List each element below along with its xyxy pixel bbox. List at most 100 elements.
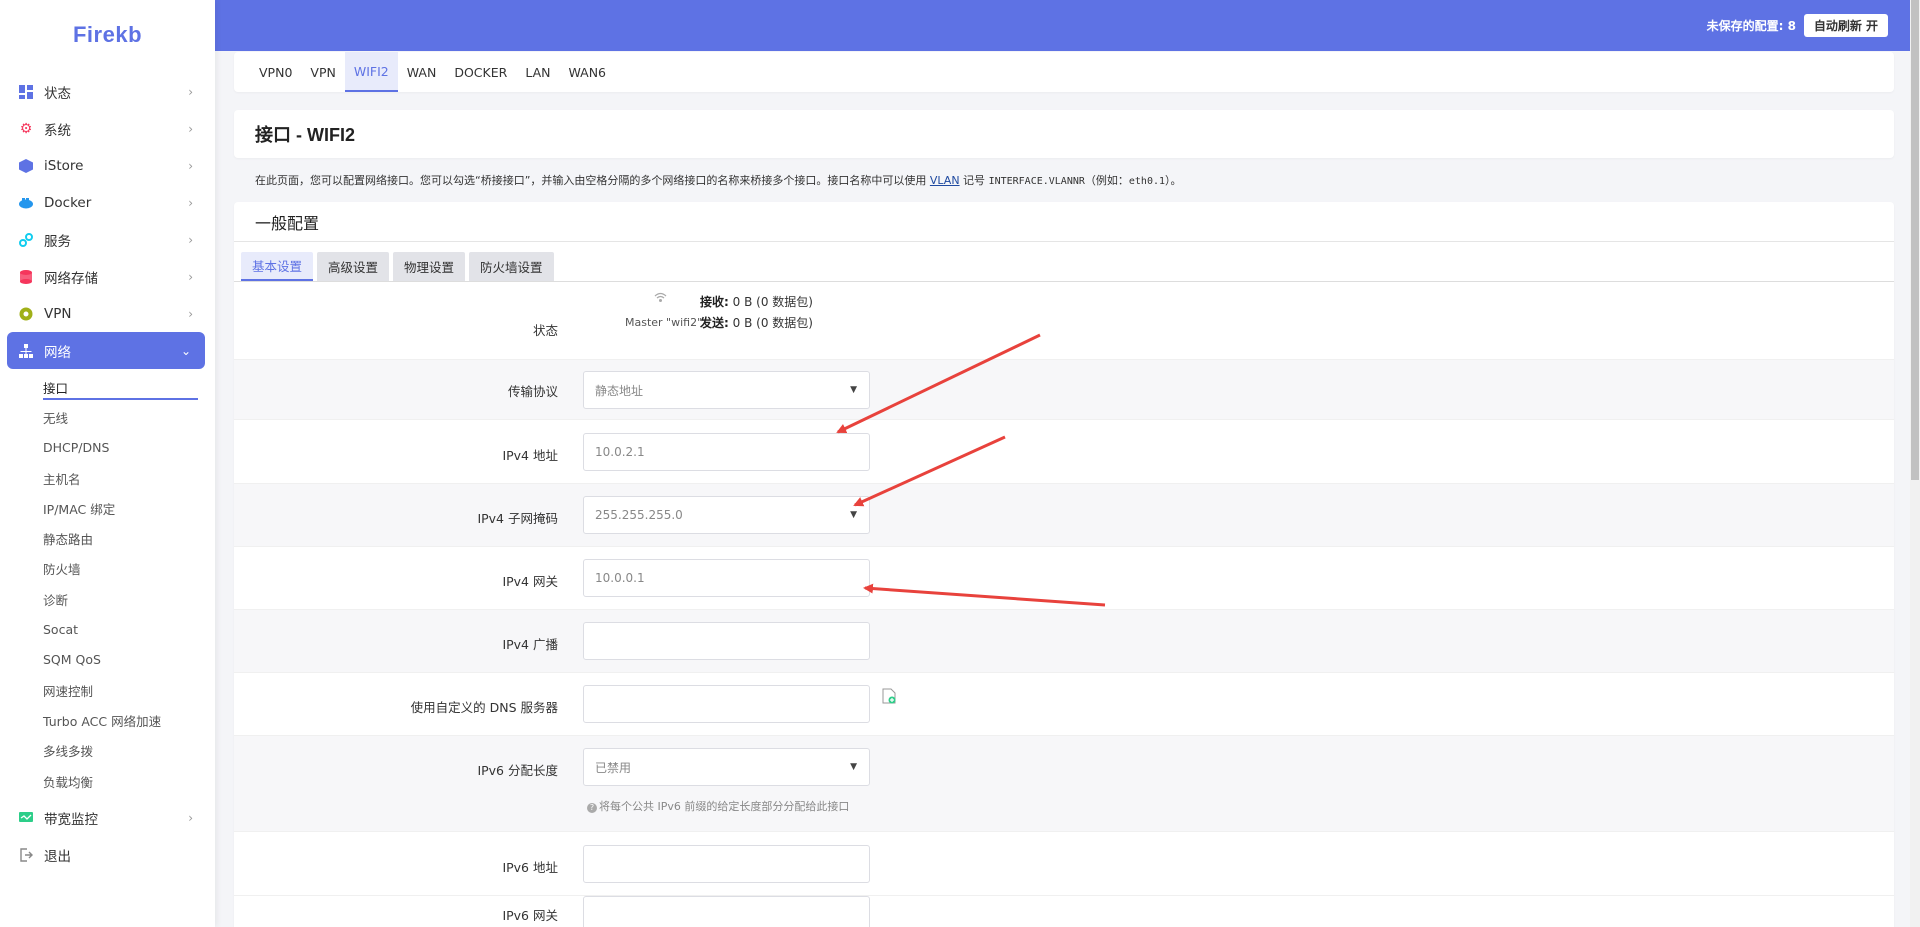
top-bar: 未保存的配置: 8 自动刷新 开 xyxy=(215,0,1920,51)
input-value: 10.0.0.1 xyxy=(595,571,645,585)
field-label: 状态 xyxy=(532,323,558,338)
field-label: IPv4 广播 xyxy=(502,637,558,652)
sidebar-item-docker[interactable]: Docker › xyxy=(0,184,215,221)
submenu-item-sqm-qos[interactable]: SQM QoS xyxy=(0,645,215,675)
submenu-item-ip-mac-binding[interactable]: IP/MAC 绑定 xyxy=(0,493,215,523)
wifi-status-icon xyxy=(654,292,667,306)
main-content: VPN0 VPN WIFI2 WAN DOCKER LAN WAN6 接口 - … xyxy=(234,52,1894,927)
chevron-right-icon: › xyxy=(188,158,193,173)
submenu-item-firewall[interactable]: 防火墙 xyxy=(0,554,215,584)
gear-icon: ⚙ xyxy=(19,120,33,137)
services-icon xyxy=(18,232,34,248)
submenu-item-load-balance[interactable]: 负载均衡 xyxy=(0,766,215,796)
subtab-physical[interactable]: 物理设置 xyxy=(393,252,466,281)
ipv4-address-input[interactable]: 10.0.2.1 xyxy=(583,433,870,471)
sidebar-item-status[interactable]: 状态 › xyxy=(0,73,215,110)
submenu-item-socat[interactable]: Socat xyxy=(0,614,215,644)
database-icon xyxy=(18,269,34,285)
subtab-advanced[interactable]: 高级设置 xyxy=(317,252,390,281)
sidebar-item-label: 网络存储 xyxy=(44,270,98,287)
submenu-item-hostnames[interactable]: 主机名 xyxy=(0,463,215,493)
form-row-ipv6-gateway: IPv6 网关 xyxy=(234,896,1894,927)
field-label: 使用自定义的 DNS 服务器 xyxy=(410,700,558,715)
sidebar-item-label: 服务 xyxy=(44,233,71,250)
protocol-select[interactable]: 静态地址 ▼ xyxy=(583,371,870,409)
submenu-item-multi-wan[interactable]: 多线多拨 xyxy=(0,736,215,766)
docker-icon xyxy=(18,195,34,211)
description-text: 记号 xyxy=(959,174,989,187)
sidebar-item-logout[interactable]: 退出 xyxy=(0,836,215,873)
chevron-right-icon: › xyxy=(188,121,193,136)
sidebar-item-label: 网络 xyxy=(44,344,71,361)
sidebar-item-label: iStore xyxy=(44,157,84,174)
submenu-item-turbo-acc[interactable]: Turbo ACC 网络加速 xyxy=(0,705,215,735)
tab-wan6[interactable]: WAN6 xyxy=(559,52,615,92)
logo: Firekb xyxy=(72,22,143,47)
submenu-item-diagnostics[interactable]: 诊断 xyxy=(0,584,215,614)
chevron-down-icon: ⌄ xyxy=(180,343,191,358)
page-description: 在此页面，您可以配置网络接口。您可以勾选“桥接接口”，并输入由空格分隔的多个网络… xyxy=(234,172,1894,188)
tab-vpn[interactable]: VPN xyxy=(301,52,344,92)
field-label: IPv6 地址 xyxy=(502,860,558,875)
submenu-item-wireless[interactable]: 无线 xyxy=(0,402,215,432)
dns-server-input[interactable] xyxy=(583,685,870,723)
sidebar-item-storage[interactable]: 网络存储 › xyxy=(0,258,215,295)
sidebar-item-system[interactable]: ⚙ 系统 › xyxy=(0,110,215,147)
sidebar-item-services[interactable]: 服务 › xyxy=(0,221,215,258)
tab-vpn0[interactable]: VPN0 xyxy=(250,52,301,92)
network-icon xyxy=(18,343,34,359)
submenu-item-speed-control[interactable]: 网速控制 xyxy=(0,675,215,705)
description-text: 在此页面，您可以配置网络接口。您可以勾选“桥接接口”，并输入由空格分隔的多个网络… xyxy=(255,174,930,187)
form-row-dns: 使用自定义的 DNS 服务器 xyxy=(234,673,1894,736)
network-submenu: 接口 无线 DHCP/DNS 主机名 IP/MAC 绑定 静态路由 防火墙 诊断… xyxy=(0,369,215,799)
form-row-ipv6-address: IPv6 地址 xyxy=(234,832,1894,896)
unsaved-changes-link[interactable]: 未保存的配置: 8 xyxy=(1707,17,1796,34)
chevron-right-icon: › xyxy=(188,306,193,321)
sidebar-item-label: Docker xyxy=(44,194,92,211)
form-row-status: 状态 Master "wifi2" 接收: 0 B (0 数据包) 发送: 0 … xyxy=(234,282,1894,360)
field-label: IPv4 地址 xyxy=(502,448,558,463)
ipv6-address-input[interactable] xyxy=(583,845,870,883)
page-scrollbar[interactable] xyxy=(1910,0,1920,927)
config-subtabs: 基本设置 高级设置 物理设置 防火墙设置 xyxy=(234,242,1894,282)
sidebar: Firekb 状态 › ⚙ 系统 › iStore › Docker › 服务 … xyxy=(0,0,215,927)
tx-value: 0 B (0 数据包) xyxy=(732,316,813,330)
auto-refresh-button[interactable]: 自动刷新 开 xyxy=(1803,14,1888,37)
ipv4-gateway-input[interactable]: 10.0.0.1 xyxy=(583,559,870,597)
scrollbar-thumb[interactable] xyxy=(1911,0,1919,480)
sidebar-item-label: 状态 xyxy=(44,85,71,102)
tab-lan[interactable]: LAN xyxy=(516,52,559,92)
select-value: 255.255.255.0 xyxy=(595,508,683,522)
ipv4-netmask-select[interactable]: 255.255.255.0 ▼ xyxy=(583,496,870,534)
ipv6-assign-hint: ? 将每个公共 IPv6 前缀的给定长度部分分配给此接口 xyxy=(587,798,849,814)
page-title-card: 接口 - WIFI2 xyxy=(234,110,1894,158)
ipv4-broadcast-input[interactable] xyxy=(583,622,870,660)
sidebar-item-vpn[interactable]: VPN › xyxy=(0,295,215,332)
subtab-basic[interactable]: 基本设置 xyxy=(241,252,314,281)
submenu-item-dhcp-dns[interactable]: DHCP/DNS xyxy=(0,433,215,463)
tab-wan[interactable]: WAN xyxy=(398,52,446,92)
rx-value: 0 B (0 数据包) xyxy=(732,295,813,309)
vlan-link[interactable]: VLAN xyxy=(930,174,960,187)
field-label: IPv6 分配长度 xyxy=(477,763,558,778)
add-dns-icon[interactable] xyxy=(882,688,896,704)
ipv6-gateway-input[interactable] xyxy=(583,896,870,927)
form-row-ipv4-broadcast: IPv4 广播 xyxy=(234,610,1894,673)
dashboard-icon xyxy=(18,84,34,100)
sidebar-item-label: 系统 xyxy=(44,122,71,139)
submenu-item-static-routes[interactable]: 静态路由 xyxy=(0,523,215,553)
subtab-firewall[interactable]: 防火墙设置 xyxy=(469,252,554,281)
status-rx: 接收: 0 B (0 数据包) xyxy=(700,293,813,310)
status-tx: 发送: 0 B (0 数据包) xyxy=(700,314,813,331)
sidebar-item-bandwidth[interactable]: 带宽监控 › xyxy=(0,799,215,836)
form-row-protocol: 传输协议 静态地址 ▼ xyxy=(234,360,1894,420)
tab-docker[interactable]: DOCKER xyxy=(445,52,516,92)
sidebar-item-istore[interactable]: iStore › xyxy=(0,147,215,184)
ipv6-assign-select[interactable]: 已禁用 ▼ xyxy=(583,748,870,786)
status-device: Master "wifi2" xyxy=(625,316,703,329)
sidebar-item-network[interactable]: 网络 ⌄ xyxy=(7,332,205,369)
monitor-icon xyxy=(18,810,34,826)
submenu-item-interfaces[interactable]: 接口 xyxy=(0,372,215,402)
hint-text: 将每个公共 IPv6 前缀的给定长度部分分配给此接口 xyxy=(599,800,850,813)
tab-wifi2[interactable]: WIFI2 xyxy=(344,52,398,92)
